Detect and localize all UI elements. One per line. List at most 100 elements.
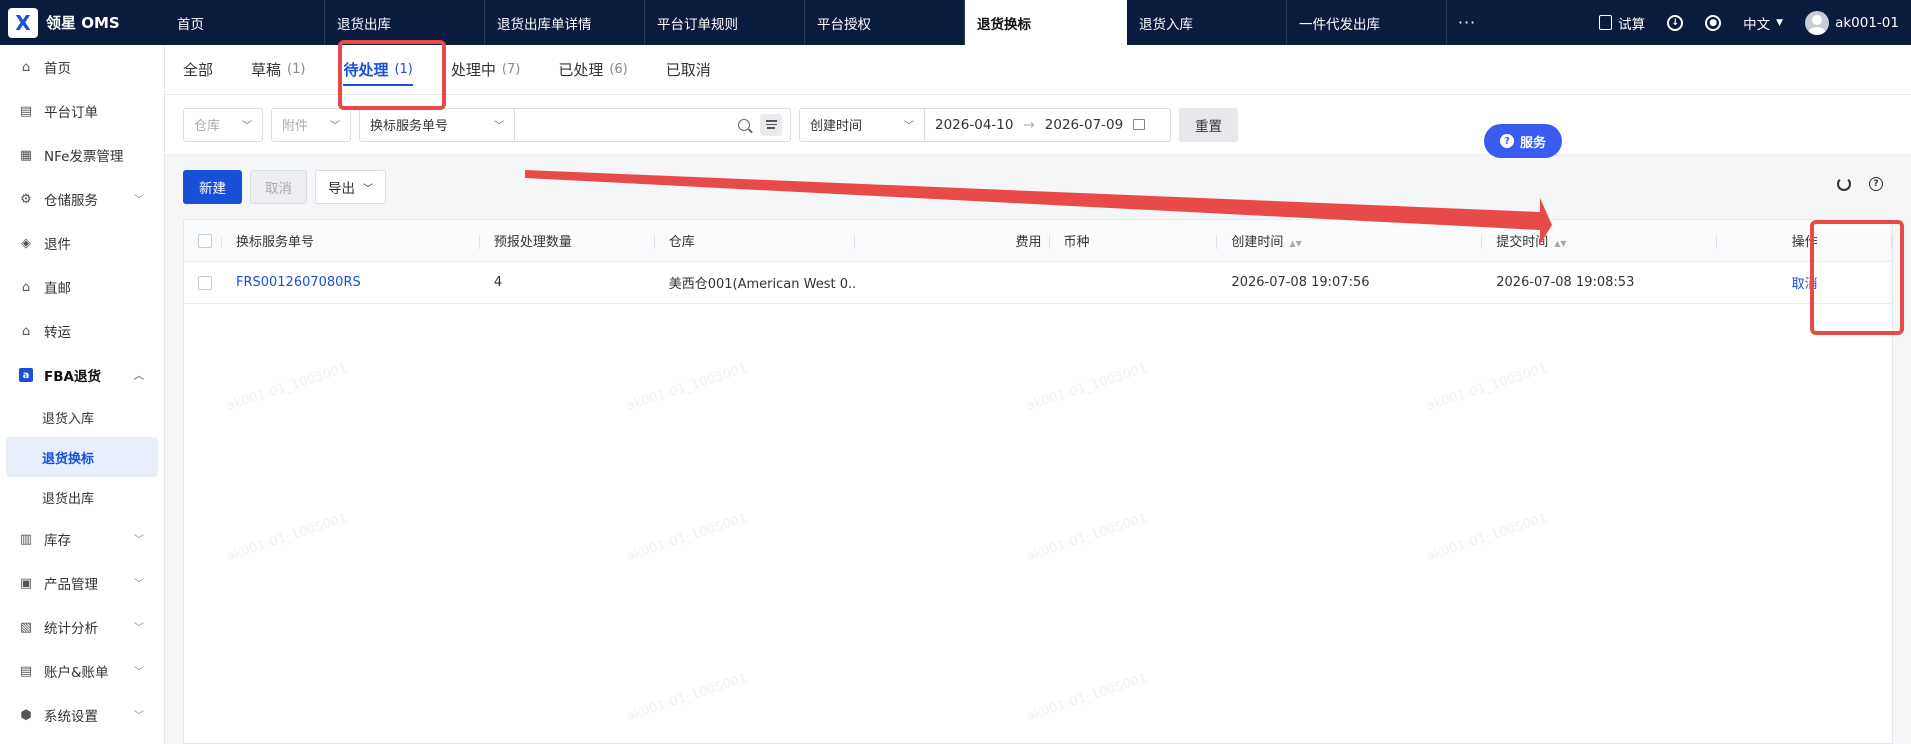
search-icon[interactable] <box>738 118 750 131</box>
warehouse-select[interactable]: 仓库 ﹀ <box>183 107 263 142</box>
calculator-icon <box>1599 15 1613 30</box>
chevron-down-icon: ﹀ <box>904 121 914 132</box>
watermark: ak001-01_1005001 <box>624 360 750 415</box>
logo-mark-icon: X <box>8 7 38 38</box>
sidebar-item-account[interactable]: ▤ 账户&账单 ﹀ <box>0 649 164 693</box>
logo[interactable]: X 领星 OMS <box>0 0 165 45</box>
attachment-select[interactable]: 附件 ﹀ <box>271 107 351 142</box>
sidebar-item-returns[interactable]: ◈ 退件 <box>0 221 164 265</box>
time-field-select[interactable]: 创建时间 ﹀ <box>799 107 925 142</box>
inventory-icon: ▥ <box>19 531 33 547</box>
tab-platform-order-rules[interactable]: 平台订单规则 <box>645 0 805 45</box>
sidebar-item-inventory[interactable]: ▥ 库存 ﹀ <box>0 517 164 561</box>
sidebar-sub-return-inbound[interactable]: 退货入库 <box>0 397 164 437</box>
service-button[interactable]: ? 服务 <box>1484 124 1562 158</box>
status-tab-processed[interactable]: 已处理 (6) <box>558 44 627 94</box>
chevron-down-icon: ﹀ <box>330 121 340 132</box>
batch-search-icon[interactable] <box>760 113 782 136</box>
user-menu[interactable]: ak001-01 <box>1805 10 1899 35</box>
select-all-cell <box>184 233 222 248</box>
calc-button[interactable]: 试算 <box>1599 13 1645 33</box>
language-label: 中文 <box>1743 16 1771 33</box>
sidebar-item-warehouse-service[interactable]: ⚙ 仓储服务 ﹀ <box>0 177 164 221</box>
search-input[interactable] <box>515 107 791 142</box>
sidebar-sub-return-relabel[interactable]: 退货换标 <box>6 437 158 477</box>
watermark: ak001-01_1005001 <box>1024 360 1150 415</box>
status-tab-label: 草稿 <box>251 60 282 79</box>
tab-home[interactable]: 首页 <box>165 0 325 45</box>
sidebar-item-settings[interactable]: ⬢ 系统设置 ﹀ <box>0 693 164 737</box>
sort-icon[interactable]: ▲▼ <box>1289 239 1301 248</box>
more-tabs-icon[interactable]: ··· <box>1447 0 1487 45</box>
tab-return-outbound[interactable]: 退货出库 <box>325 0 485 45</box>
direct-mail-icon: ⌂ <box>21 279 31 295</box>
header-submitted-label: 提交时间 <box>1496 235 1549 250</box>
sidebar: ⌂ 首页 ▤ 平台订单 ▦ NFe发票管理 ⚙ 仓储服务 ﹀ ◈ 退件 ⌂ 直邮 ⌂ 转运 aF… <box>0 45 165 744</box>
sidebar-item-transfer[interactable]: ⌂ 转运 <box>0 309 164 353</box>
status-tab-label: 已处理 <box>558 60 604 79</box>
table-header: 换标服务单号 预报处理数量 仓库 费用 币种 创建时间 ▲▼ 提交时间 ▲▼ 操作 <box>184 220 1892 262</box>
tab-return-relabel[interactable]: 退货换标 <box>965 0 1127 45</box>
export-button[interactable]: 导出 ﹀ <box>315 170 386 204</box>
invoice-icon: ▦ <box>19 147 33 163</box>
gear-icon[interactable]: ● <box>1705 14 1722 31</box>
new-button[interactable]: 新建 <box>183 170 242 204</box>
sidebar-item-platform-orders[interactable]: ▤ 平台订单 <box>0 89 164 133</box>
reset-button[interactable]: 重置 <box>1179 107 1238 142</box>
calc-label: 试算 <box>1618 16 1646 33</box>
row-id-link[interactable]: FRS0012607080RS <box>222 275 480 290</box>
sidebar-item-fba-returns[interactable]: a FBA退货 ︿ <box>0 353 164 397</box>
settings-icon: ⬢ <box>20 707 32 723</box>
chevron-down-icon: ﹀ <box>494 121 504 132</box>
watermark: ak001-01_1005001 <box>624 670 750 725</box>
tab-platform-auth[interactable]: 平台授权 <box>805 0 965 45</box>
search-field-select[interactable]: 换标服务单号 ﹀ <box>359 107 515 142</box>
status-tab-count: (7) <box>501 61 521 77</box>
row-select-cell <box>184 275 222 290</box>
sidebar-item-direct-mail[interactable]: ⌂ 直邮 <box>0 265 164 309</box>
date-end: 2026-07-09 <box>1044 116 1124 133</box>
tab-dropship-outbound[interactable]: 一件代发出库 <box>1287 0 1447 45</box>
tab-return-outbound-detail[interactable]: 退货出库单详情 <box>485 0 645 45</box>
sidebar-sub-return-outbound[interactable]: 退货出库 <box>0 477 164 517</box>
header-created[interactable]: 创建时间 ▲▼ <box>1217 231 1483 250</box>
header-currency: 币种 <box>1050 231 1218 250</box>
row-qty: 4 <box>493 275 503 290</box>
sidebar-item-home[interactable]: ⌂ 首页 <box>0 45 164 89</box>
warehouse-service-icon: ⚙ <box>20 191 32 207</box>
home-icon: ⌂ <box>21 59 31 75</box>
status-tab-processing[interactable]: 处理中 (7) <box>451 44 520 94</box>
chevron-down-icon: ﹀ <box>134 623 144 634</box>
sidebar-item-label: 统计分析 <box>44 621 98 637</box>
status-tab-draft[interactable]: 草稿 (1) <box>251 44 305 94</box>
sidebar-item-products[interactable]: ▣ 产品管理 ﹀ <box>0 561 164 605</box>
watermark: ak001-01_1005001 <box>224 510 350 565</box>
tab-label: 平台订单规则 <box>657 16 738 33</box>
status-tab-count: (1) <box>287 61 306 77</box>
transfer-icon: ⌂ <box>21 323 31 339</box>
sidebar-item-nfe[interactable]: ▦ NFe发票管理 <box>0 133 164 177</box>
status-tab-cancelled[interactable]: 已取消 <box>666 44 711 94</box>
refresh-icon[interactable] <box>1837 177 1851 191</box>
status-tab-all[interactable]: 全部 <box>183 44 213 94</box>
help-icon[interactable]: ? <box>1869 177 1883 191</box>
row-created: 2026-07-08 19:07:56 <box>1231 275 1370 290</box>
list-tool-icons: ? <box>1837 177 1883 191</box>
annotation-box-action-column <box>1810 220 1904 335</box>
language-select[interactable]: 中文 ▼ <box>1743 13 1783 33</box>
sort-icon[interactable]: ▲▼ <box>1554 239 1566 248</box>
download-icon[interactable]: ↓ <box>1667 14 1684 31</box>
row-checkbox[interactable] <box>198 275 212 290</box>
sidebar-item-stats[interactable]: ▧ 统计分析 ﹀ <box>0 605 164 649</box>
header-submitted[interactable]: 提交时间 ▲▼ <box>1482 231 1717 250</box>
tab-return-inbound[interactable]: 退货入库 <box>1127 0 1287 45</box>
sidebar-item-label: NFe发票管理 <box>44 149 124 165</box>
tab-label: 退货出库单详情 <box>497 16 592 33</box>
sidebar-item-label: 转运 <box>44 325 71 341</box>
select-all-checkbox[interactable] <box>198 233 212 248</box>
date-range-picker[interactable]: 2026-04-10 → 2026-07-09 <box>925 107 1171 142</box>
sidebar-item-label: 直邮 <box>44 281 71 297</box>
arrow-right-icon: → <box>1023 116 1035 133</box>
service-label: 服务 <box>1519 135 1546 151</box>
cancel-button[interactable]: 取消 <box>250 170 307 204</box>
